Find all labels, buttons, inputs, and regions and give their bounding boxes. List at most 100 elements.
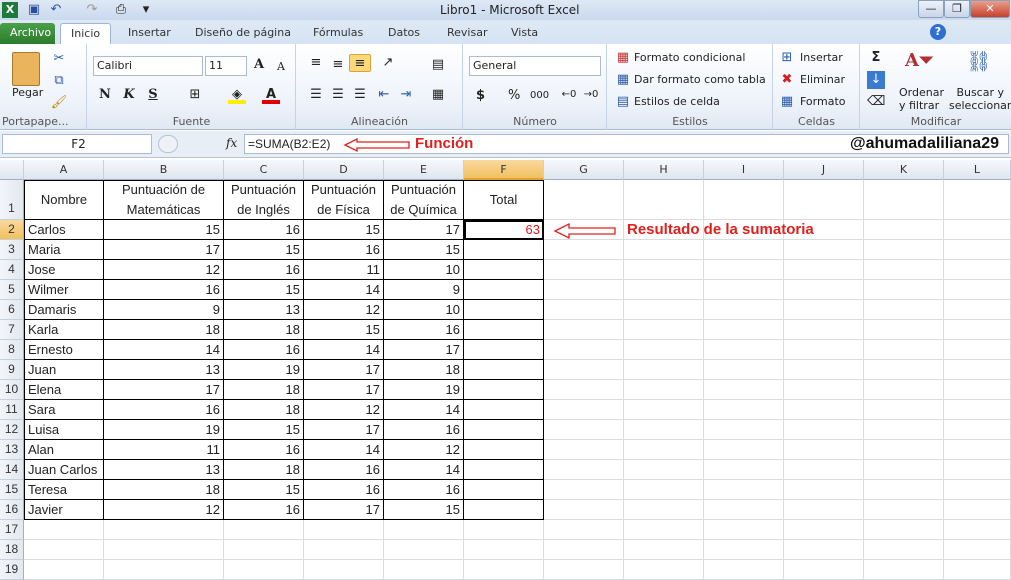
cell-F17[interactable] — [464, 520, 544, 540]
cell-E11[interactable]: 14 — [384, 400, 464, 420]
row-header-9[interactable]: 9 — [0, 360, 24, 380]
cell-A6[interactable]: Damaris — [24, 300, 104, 320]
find-select-button[interactable]: Buscar y seleccionar — [949, 86, 1011, 112]
tab-datos[interactable]: Datos — [378, 23, 430, 44]
cell-J10[interactable] — [784, 380, 864, 400]
cell-K19[interactable] — [864, 560, 944, 580]
cell-F15[interactable] — [464, 480, 544, 500]
cell-A10[interactable]: Elena — [24, 380, 104, 400]
cell-E8[interactable]: 17 — [384, 340, 464, 360]
cell-D9[interactable]: 17 — [304, 360, 384, 380]
cell-I10[interactable] — [704, 380, 784, 400]
cell-E2[interactable]: 17 — [384, 220, 464, 240]
cell-D11[interactable]: 12 — [304, 400, 384, 420]
cell-D2[interactable]: 15 — [304, 220, 384, 240]
cell-I14[interactable] — [704, 460, 784, 480]
cell-B6[interactable]: 9 — [104, 300, 224, 320]
cell-A11[interactable]: Sara — [24, 400, 104, 420]
cell-K4[interactable] — [864, 260, 944, 280]
cell-B18[interactable] — [104, 540, 224, 560]
cell-B13[interactable]: 11 — [104, 440, 224, 460]
wrap-text-icon[interactable]: ▤ — [429, 56, 447, 74]
cell-L10[interactable] — [944, 380, 1011, 400]
cell-J12[interactable] — [784, 420, 864, 440]
cell-A17[interactable] — [24, 520, 104, 540]
cell-I9[interactable] — [704, 360, 784, 380]
cell-I1[interactable] — [704, 180, 784, 220]
borders-icon[interactable]: ⊞ — [186, 86, 204, 104]
format-as-table-button[interactable]: Dar formato como tabla — [634, 73, 766, 86]
row-header-2[interactable]: 2 — [0, 220, 24, 240]
cell-D13[interactable]: 14 — [304, 440, 384, 460]
cell-B14[interactable]: 13 — [104, 460, 224, 480]
conditional-format-button[interactable]: Formato condicional — [634, 51, 745, 64]
cell-J17[interactable] — [784, 520, 864, 540]
cell-K16[interactable] — [864, 500, 944, 520]
cell-E6[interactable]: 10 — [384, 300, 464, 320]
align-middle-icon[interactable]: ≡ — [329, 56, 347, 74]
cell-D7[interactable]: 15 — [304, 320, 384, 340]
fill-color-icon[interactable]: ◈ — [228, 86, 246, 104]
row-header-7[interactable]: 7 — [0, 320, 24, 340]
cell-G16[interactable] — [544, 500, 624, 520]
row-header-12[interactable]: 12 — [0, 420, 24, 440]
cell-L7[interactable] — [944, 320, 1011, 340]
cell-J11[interactable] — [784, 400, 864, 420]
cell-E14[interactable]: 14 — [384, 460, 464, 480]
tab-inicio[interactable]: Inicio — [60, 23, 112, 44]
column-header-J[interactable]: J — [784, 160, 864, 180]
redo-icon[interactable]: ↷ — [84, 2, 100, 18]
cell-G7[interactable] — [544, 320, 624, 340]
cell-F4[interactable] — [464, 260, 544, 280]
align-left-icon[interactable]: ☰ — [307, 86, 325, 104]
autosum-button[interactable]: Σ — [867, 49, 885, 67]
cell-H7[interactable] — [624, 320, 704, 340]
save-icon[interactable]: ▣ — [26, 2, 42, 18]
restore-button[interactable]: ❐ — [944, 0, 970, 18]
font-size-select[interactable]: 11 — [205, 56, 247, 76]
cell-J3[interactable] — [784, 240, 864, 260]
cell-A4[interactable]: Jose — [24, 260, 104, 280]
tab-formulas[interactable]: Fórmulas — [303, 23, 373, 44]
column-header-D[interactable]: D — [304, 160, 384, 180]
cell-B9[interactable]: 13 — [104, 360, 224, 380]
cell-H14[interactable] — [624, 460, 704, 480]
cell-K10[interactable] — [864, 380, 944, 400]
cell-K15[interactable] — [864, 480, 944, 500]
cell-I17[interactable] — [704, 520, 784, 540]
row-header-15[interactable]: 15 — [0, 480, 24, 500]
cell-L16[interactable] — [944, 500, 1011, 520]
tab-vista[interactable]: Vista — [501, 23, 548, 44]
cell-G10[interactable] — [544, 380, 624, 400]
cell-B19[interactable] — [104, 560, 224, 580]
column-header-H[interactable]: H — [624, 160, 704, 180]
cell-H3[interactable] — [624, 240, 704, 260]
column-header-K[interactable]: K — [864, 160, 944, 180]
paste-button[interactable]: Pegar — [12, 86, 43, 99]
cell-C14[interactable]: 18 — [224, 460, 304, 480]
currency-button[interactable]: $ — [476, 88, 485, 103]
tab-insertar[interactable]: Insertar — [118, 23, 181, 44]
cell-K3[interactable] — [864, 240, 944, 260]
cell-G5[interactable] — [544, 280, 624, 300]
align-bottom-icon[interactable]: ≡ — [349, 54, 371, 72]
cell-F6[interactable] — [464, 300, 544, 320]
row-header-5[interactable]: 5 — [0, 280, 24, 300]
cell-G12[interactable] — [544, 420, 624, 440]
cell-D17[interactable] — [304, 520, 384, 540]
column-header-I[interactable]: I — [704, 160, 784, 180]
decrease-decimal-icon[interactable]: →0 — [582, 86, 600, 104]
cell-B16[interactable]: 12 — [104, 500, 224, 520]
cell-C12[interactable]: 15 — [224, 420, 304, 440]
column-header-A[interactable]: A — [24, 160, 104, 180]
row-header-4[interactable]: 4 — [0, 260, 24, 280]
cell-G13[interactable] — [544, 440, 624, 460]
cell-K1[interactable] — [864, 180, 944, 220]
cell-H8[interactable] — [624, 340, 704, 360]
cell-J19[interactable] — [784, 560, 864, 580]
thousands-button[interactable]: 000 — [530, 90, 549, 101]
cell-H4[interactable] — [624, 260, 704, 280]
cell-B11[interactable]: 16 — [104, 400, 224, 420]
cell-K11[interactable] — [864, 400, 944, 420]
cell-C1[interactable]: Puntuación de Inglés — [224, 180, 304, 220]
